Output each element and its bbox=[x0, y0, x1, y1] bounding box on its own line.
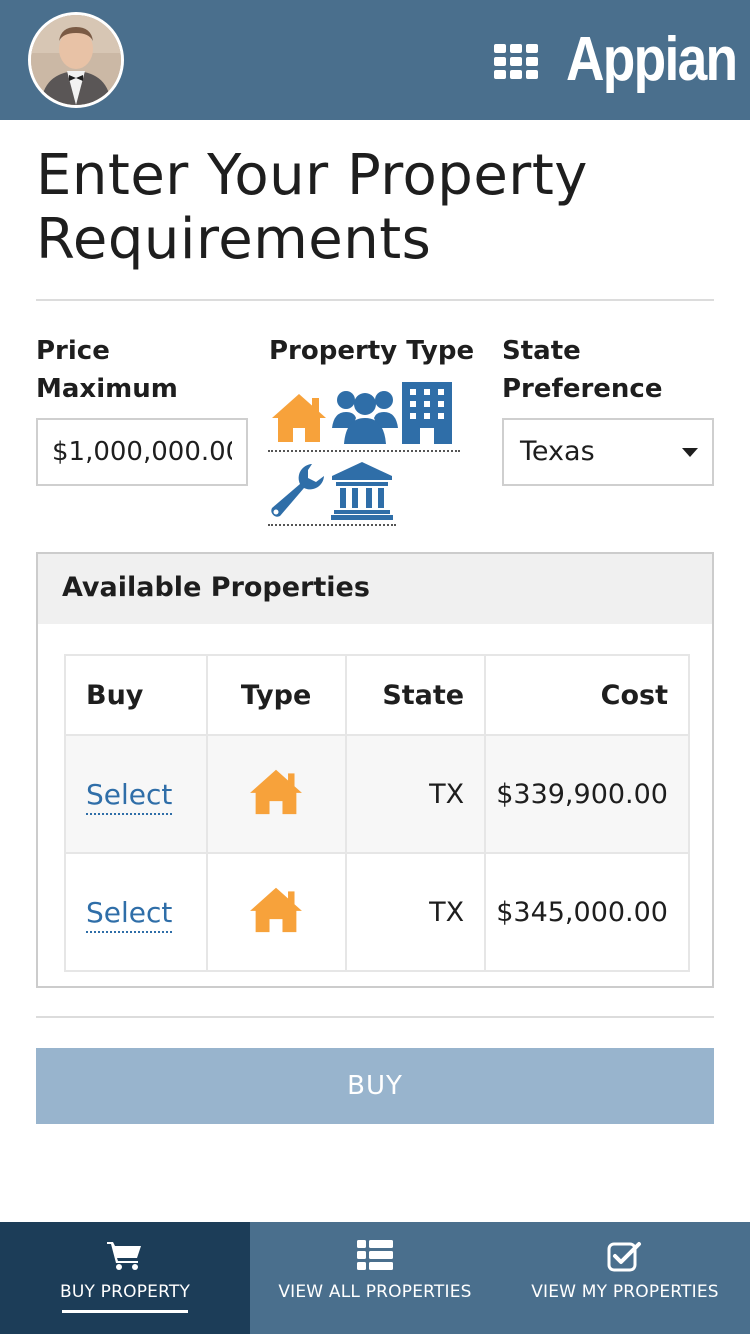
table-row: Select TX $345,000.00 bbox=[64, 852, 690, 972]
state-preference-label: State Preference bbox=[502, 336, 663, 404]
bottom-navigation: BUY PROPERTY VIEW ALL PROPERTIES VIEW MY… bbox=[0, 1222, 750, 1334]
state-preference-select[interactable]: Texas bbox=[502, 418, 714, 486]
people-icon[interactable] bbox=[332, 384, 398, 450]
house-icon bbox=[250, 887, 302, 932]
grid-icon bbox=[494, 44, 538, 79]
list-icon bbox=[357, 1240, 393, 1270]
state-cell: TX bbox=[344, 734, 487, 854]
building-icon[interactable] bbox=[400, 380, 456, 450]
column-header-cost[interactable]: Cost bbox=[484, 654, 690, 736]
avatar-portrait-icon bbox=[31, 15, 121, 105]
properties-table: Buy Type State Cost Select TX $339,900.0… bbox=[64, 654, 690, 972]
cost-cell: $345,000.00 bbox=[484, 852, 690, 972]
column-header-state[interactable]: State bbox=[344, 654, 487, 736]
nav-buy-property[interactable]: BUY PROPERTY bbox=[0, 1222, 250, 1334]
bottom-divider bbox=[36, 1016, 714, 1018]
column-header-buy[interactable]: Buy bbox=[64, 654, 208, 736]
bank-icon[interactable] bbox=[330, 460, 394, 524]
table-row: Select TX $339,900.00 bbox=[64, 734, 690, 854]
property-type-label: Property Type bbox=[269, 336, 475, 366]
wrench-icon[interactable] bbox=[268, 460, 328, 524]
page-title: Enter Your Property Requirements bbox=[36, 143, 588, 272]
nav-view-all-properties[interactable]: VIEW ALL PROPERTIES bbox=[250, 1222, 500, 1334]
nav-label: VIEW ALL PROPERTIES bbox=[278, 1282, 472, 1302]
price-maximum-label: Price Maximum bbox=[36, 336, 178, 404]
house-icon[interactable] bbox=[268, 388, 330, 450]
buy-button[interactable]: BUY bbox=[36, 1048, 714, 1124]
card-title: Available Properties bbox=[62, 572, 370, 603]
nav-view-my-properties[interactable]: VIEW MY PROPERTIES bbox=[500, 1222, 750, 1334]
select-link[interactable]: Select bbox=[86, 777, 173, 815]
nav-label: VIEW MY PROPERTIES bbox=[531, 1282, 719, 1302]
title-divider bbox=[36, 299, 714, 301]
checkbox-icon bbox=[607, 1242, 641, 1272]
active-tab-underline bbox=[62, 1310, 188, 1313]
card-header: Available Properties bbox=[38, 554, 712, 624]
house-icon bbox=[250, 769, 302, 814]
appian-logo: Appian bbox=[566, 25, 738, 94]
user-avatar[interactable] bbox=[28, 12, 124, 108]
cart-icon bbox=[107, 1242, 141, 1270]
state-selected-value: Texas bbox=[520, 436, 595, 467]
select-link[interactable]: Select bbox=[86, 895, 173, 933]
property-type-row-1 bbox=[268, 382, 460, 452]
price-maximum-input[interactable] bbox=[36, 418, 248, 486]
chevron-down-icon bbox=[682, 448, 698, 457]
apps-grid-button[interactable] bbox=[494, 44, 538, 80]
state-cell: TX bbox=[344, 852, 487, 972]
column-header-type[interactable]: Type bbox=[205, 654, 347, 736]
app-header: Appian bbox=[0, 0, 750, 120]
available-properties-card: Available Properties Buy Type State Cost… bbox=[36, 552, 714, 988]
cost-cell: $339,900.00 bbox=[484, 734, 690, 854]
nav-label: BUY PROPERTY bbox=[59, 1282, 191, 1302]
table-header-row: Buy Type State Cost bbox=[64, 654, 690, 736]
property-type-row-2 bbox=[268, 462, 396, 526]
